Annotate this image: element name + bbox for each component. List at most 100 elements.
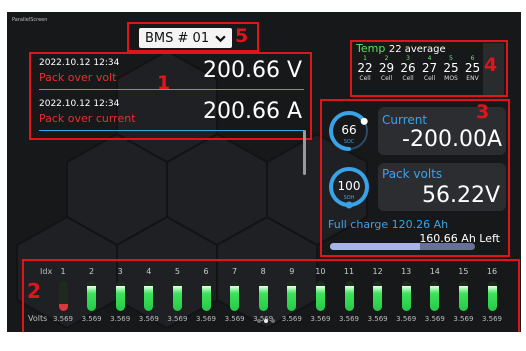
cell-voltage: 3.569 bbox=[138, 315, 159, 323]
page-indicator bbox=[257, 319, 275, 323]
alarm-timestamp: 2022.10.12 12:34 bbox=[39, 58, 120, 68]
temp-sensor: 1 22 Cell bbox=[355, 55, 375, 82]
cell-level-fill bbox=[344, 285, 354, 311]
alarm-message: Pack over current bbox=[39, 112, 136, 125]
cell-index: 8 bbox=[260, 267, 266, 276]
cell-index: 6 bbox=[203, 267, 209, 276]
alarm-value: 200.66 A bbox=[202, 99, 302, 124]
volts-label: Volts bbox=[28, 314, 48, 323]
cell-level-bar bbox=[115, 281, 125, 311]
page-dot[interactable] bbox=[271, 319, 275, 323]
temp-label: Temp bbox=[356, 42, 386, 55]
cell-voltage: 3.569 bbox=[367, 315, 388, 323]
current-value: -200.00A bbox=[402, 127, 502, 152]
callout-1: 1 bbox=[157, 72, 171, 94]
charge-bar bbox=[330, 243, 475, 250]
cell-voltage: 3.569 bbox=[81, 315, 102, 323]
cell-level-fill bbox=[230, 285, 240, 311]
cell-level-bar bbox=[230, 281, 240, 311]
soh-label: SOH bbox=[343, 195, 355, 201]
page-dot[interactable] bbox=[257, 319, 261, 323]
cell-index: 15 bbox=[458, 267, 469, 276]
cell-voltage: 3.569 bbox=[167, 315, 188, 323]
page-dot[interactable] bbox=[264, 319, 268, 323]
alarm-message: Pack over volt bbox=[39, 71, 117, 84]
cell-level-bar bbox=[287, 281, 297, 311]
cell-index: 13 bbox=[401, 267, 412, 276]
cell-level-bar bbox=[258, 281, 268, 311]
cell-level-fill bbox=[258, 285, 268, 311]
cell-index: 3 bbox=[117, 267, 123, 276]
cell-voltage: 3.569 bbox=[338, 315, 360, 323]
alarm-scrollbar[interactable] bbox=[303, 130, 306, 175]
alarm-list: 2022.10.12 12:34 Pack over volt 200.66 V… bbox=[29, 52, 312, 140]
callout-3: 3 bbox=[476, 101, 490, 123]
bms-dropdown[interactable]: BMS # 01 bbox=[139, 28, 233, 48]
pack-volts-card: Pack volts 56.22V bbox=[378, 163, 506, 211]
pack-volts-label: Pack volts bbox=[382, 167, 443, 181]
alarm-timestamp: 2022.10.12 12:34 bbox=[39, 99, 120, 109]
cell-level-fill bbox=[401, 285, 411, 311]
cell-voltage: 3.569 bbox=[195, 315, 217, 323]
callout-2: 2 bbox=[27, 279, 41, 303]
cell-level-fill-alarm bbox=[58, 304, 68, 311]
cell-voltage: 3.569 bbox=[453, 315, 474, 323]
cell-voltage: 3.569 bbox=[281, 315, 302, 323]
temp-sensor: 4 27 Cell bbox=[420, 55, 440, 82]
charge-bar-fill bbox=[330, 243, 420, 250]
temp-sensor-value: 29 bbox=[378, 61, 395, 75]
cell-level-bar bbox=[458, 281, 468, 311]
temp-sensor: 5 25 MOS bbox=[441, 55, 461, 82]
cell-level-bar bbox=[401, 281, 411, 311]
temp-sensor: 6 25 ENV bbox=[463, 55, 483, 82]
cell-level-bar bbox=[487, 281, 497, 311]
cell-voltage: 3.569 bbox=[224, 315, 245, 323]
cell-index: 2 bbox=[89, 267, 95, 276]
cell-level-bar bbox=[144, 281, 154, 311]
cell-level-fill bbox=[287, 285, 297, 311]
cell-level-fill bbox=[115, 285, 125, 311]
bms-screen: ParallelScreen BMS # 01 5 2022.10.12 12:… bbox=[7, 12, 521, 332]
temp-sensor-value: 22 bbox=[357, 61, 373, 75]
cell-level-bar bbox=[87, 281, 97, 311]
cell-index: 4 bbox=[146, 267, 152, 276]
temp-sensor-value: 27 bbox=[421, 61, 438, 75]
idx-label: Idx bbox=[40, 267, 53, 276]
cell-level-bar bbox=[58, 281, 68, 311]
cell-level-fill bbox=[430, 285, 440, 311]
cell-voltage: 3.569 bbox=[396, 315, 417, 323]
temp-sensor-value: 25 bbox=[464, 61, 481, 75]
temp-sensor-value: 25 bbox=[443, 61, 459, 75]
cell-index: 14 bbox=[429, 267, 440, 276]
temp-sensor-type: ENV bbox=[466, 75, 479, 82]
alarm-item[interactable]: 2022.10.12 12:34 Pack over volt 200.66 V bbox=[39, 57, 304, 90]
cell-index: 1 bbox=[60, 267, 66, 276]
soh-gauge: 100 SOH bbox=[327, 165, 371, 209]
cell-level-bar bbox=[201, 281, 211, 311]
cell-level-fill bbox=[172, 285, 182, 311]
temp-sensor: 3 26 Cell bbox=[398, 55, 418, 82]
current-label: Current bbox=[382, 113, 428, 127]
cell-level-fill bbox=[315, 285, 325, 311]
callout-5: 5 bbox=[235, 25, 249, 47]
soc-label: SOC bbox=[343, 139, 355, 145]
cell-level-bar bbox=[373, 281, 383, 311]
cell-index: 7 bbox=[232, 267, 238, 276]
cell-voltage: 3.569 bbox=[110, 315, 131, 323]
temp-sensor-type: Cell bbox=[423, 75, 436, 82]
temp-header: Temp 22 average bbox=[356, 42, 446, 55]
cell-voltage: 3.569 bbox=[310, 315, 331, 323]
temp-average: 22 average bbox=[388, 44, 446, 55]
cell-level-bar bbox=[344, 281, 354, 311]
cell-level-fill bbox=[144, 285, 154, 311]
alarm-item[interactable]: 2022.10.12 12:34 Pack over current 200.6… bbox=[39, 98, 304, 131]
soc-value: 66 bbox=[341, 123, 357, 137]
temp-sensor-value: 26 bbox=[400, 61, 416, 75]
cell-level-fill bbox=[487, 285, 497, 311]
temp-sensor-type: Cell bbox=[359, 75, 371, 82]
pack-volts-value: 56.22V bbox=[421, 183, 500, 208]
soc-gauge: 66 SOC bbox=[327, 109, 371, 153]
callout-4: 4 bbox=[484, 54, 498, 76]
cell-level-bar bbox=[430, 281, 440, 311]
temp-sensor-type: Cell bbox=[380, 75, 393, 82]
